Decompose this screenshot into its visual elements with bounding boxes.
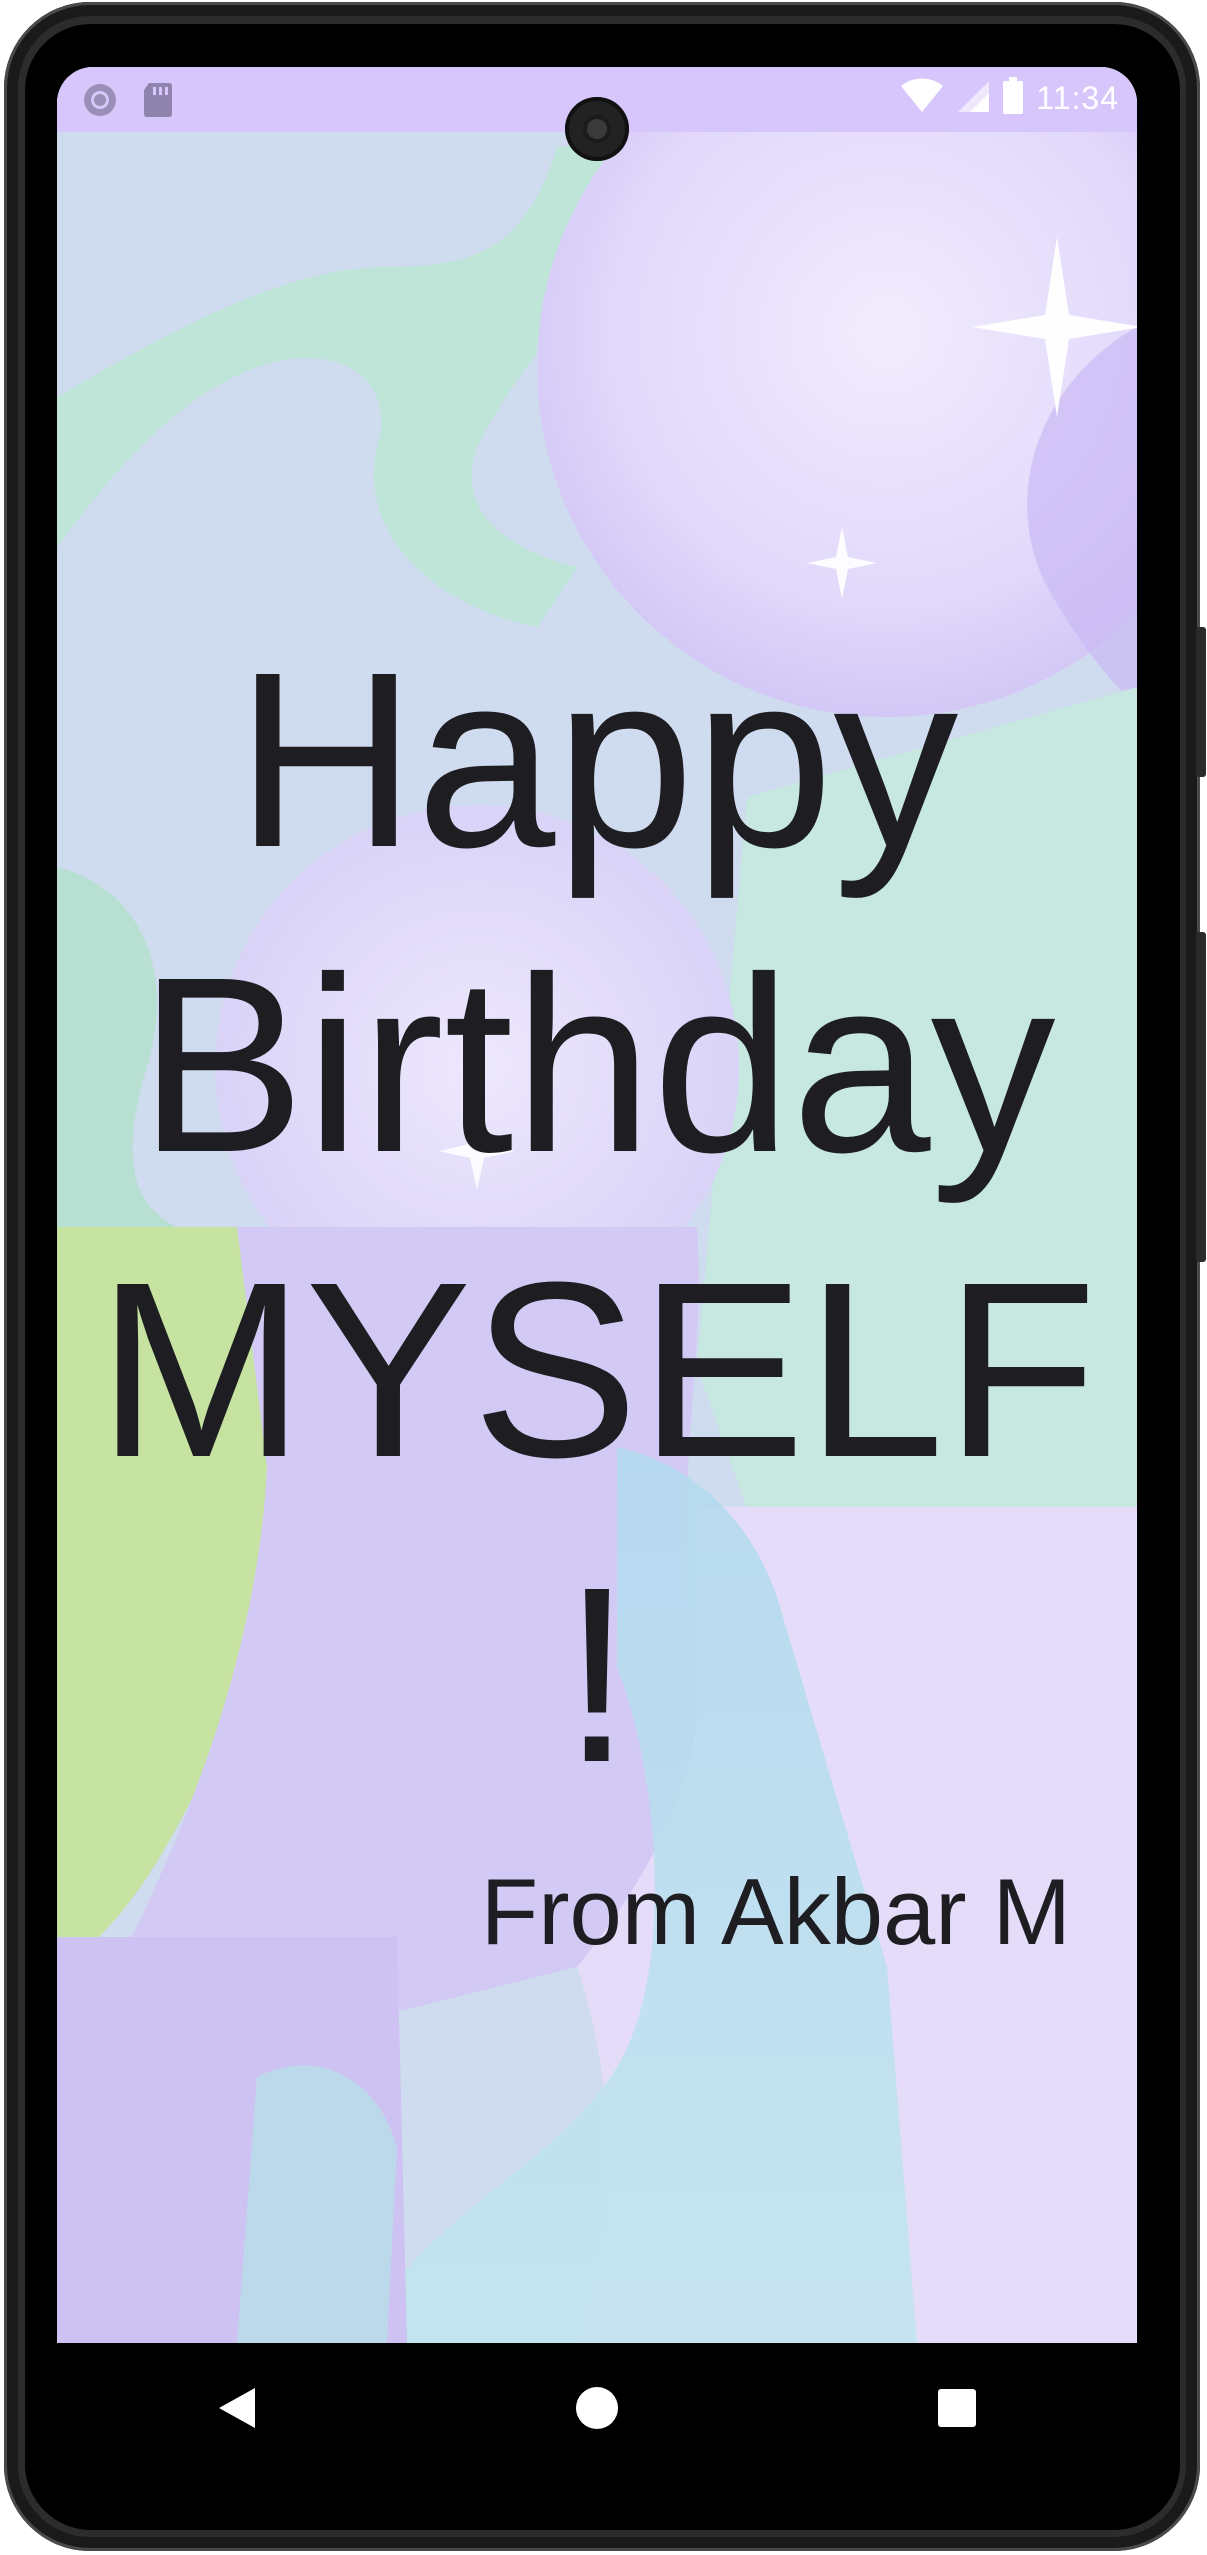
sd-card-icon xyxy=(143,81,173,123)
recents-button[interactable] xyxy=(917,2368,997,2448)
volume-rocker[interactable] xyxy=(1196,932,1206,1262)
app-screen: 11:34 Happy Birthday MYSELF ! From Akbar… xyxy=(57,67,1137,2343)
recents-icon xyxy=(938,2389,976,2427)
wifi-icon xyxy=(900,78,944,118)
cellular-signal-icon xyxy=(956,79,990,117)
greeting-text: Happy Birthday MYSELF ! xyxy=(96,620,1098,1814)
front-camera xyxy=(565,97,629,161)
birthday-card: Happy Birthday MYSELF ! From Akbar M xyxy=(57,67,1137,2343)
status-time: 11:34 xyxy=(1036,79,1119,116)
signature-text: From Akbar M xyxy=(480,1859,1071,1964)
home-button[interactable] xyxy=(557,2368,637,2448)
navigation-bar xyxy=(57,2343,1137,2473)
battery-icon xyxy=(1002,77,1024,119)
back-button[interactable] xyxy=(197,2368,277,2448)
home-icon xyxy=(576,2387,618,2429)
power-button[interactable] xyxy=(1196,627,1206,777)
record-icon xyxy=(81,81,119,123)
back-icon xyxy=(219,2388,255,2428)
